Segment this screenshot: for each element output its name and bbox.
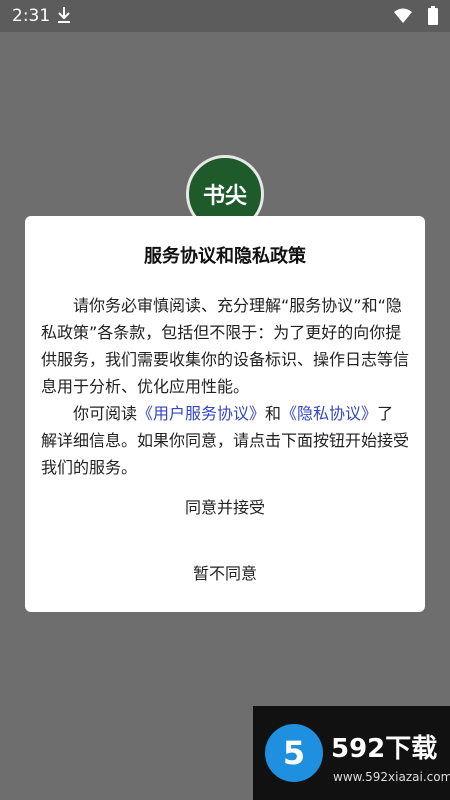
- privacy-policy-link[interactable]: 《隐私协议》: [281, 404, 377, 423]
- dialog-body: 请你务必审慎阅读、充分理解“服务协议”和“隐私政策”各条款，包括但不限于：为了更…: [41, 292, 409, 481]
- user-agreement-link[interactable]: 《用户服务协议》: [137, 404, 265, 423]
- watermark-url: www.592xiazai.com: [333, 770, 450, 784]
- wifi-icon: [394, 8, 412, 23]
- watermark-title: 592下载: [331, 734, 438, 764]
- agree-button[interactable]: 同意并接受: [25, 494, 425, 518]
- disagree-button[interactable]: 暂不同意: [25, 560, 425, 584]
- dialog-title: 服务协议和隐私政策: [144, 246, 306, 267]
- dialog-paragraph-2: 你可阅读《用户服务协议》和《隐私协议》了解详细信息。如果你同意，请点击下面按钮开…: [41, 400, 409, 481]
- dialog-paragraph-1: 请你务必审慎阅读、充分理解“服务协议”和“隐私政策”各条款，包括但不限于：为了更…: [41, 296, 410, 396]
- download-icon: [58, 7, 70, 23]
- watermark: 5 592下载 www.592xiazai.com: [253, 706, 450, 800]
- status-bar: 2:31: [0, 0, 450, 32]
- paragraph2-prefix: 你可阅读: [73, 404, 138, 423]
- battery-icon: [428, 6, 438, 25]
- and-text: 和: [265, 404, 282, 423]
- privacy-dialog: 服务协议和隐私政策 请你务必审慎阅读、充分理解“服务协议”和“隐私政策”各条款，…: [25, 216, 425, 612]
- watermark-badge: 5: [265, 724, 323, 782]
- status-time: 2:31: [12, 6, 51, 26]
